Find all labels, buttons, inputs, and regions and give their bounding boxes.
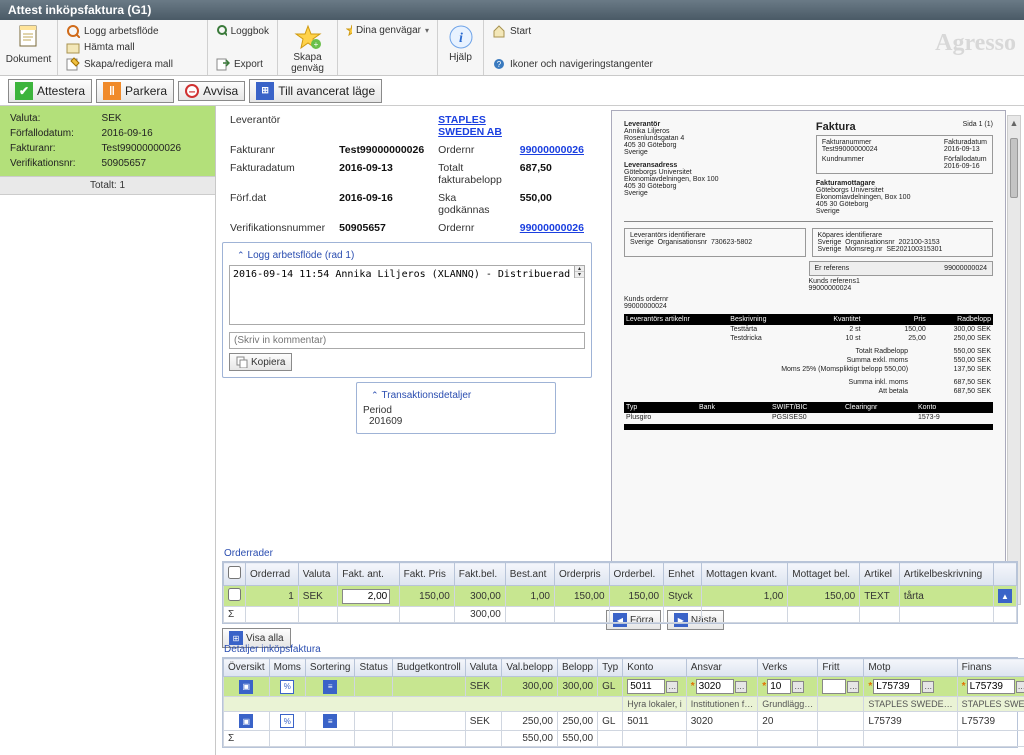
workflow-log: 2016-09-14 11:54 Annika Liljeros (XLANNQ… [229,265,585,325]
avancerat-button[interactable]: ⊞Till avancerat läge [249,79,382,103]
skapa-genvag-label: Skapa genväg [291,52,324,74]
export-button[interactable]: Export [216,57,269,71]
overview-icon[interactable]: ▣ [239,714,253,728]
detail-row-1-hints: Hyra lokaler, i Institutionen f… Grundlä… [224,697,1024,712]
export-icon [216,57,230,71]
kopiera-button[interactable]: Kopiera [229,353,292,371]
logg-arbetsflode-button[interactable]: Logg arbetsflöde [66,24,199,38]
svg-text:i: i [459,31,463,46]
motp-lookup[interactable]: … [922,681,934,693]
hjalp-label: Hjälp [449,52,472,63]
nav-icon: ? [492,57,506,71]
orderrader-title: Orderrader [224,548,1024,559]
collapse-icon[interactable]: ⌃ [237,250,245,260]
template-edit-icon [66,57,80,71]
moms-icon[interactable]: % [280,714,294,728]
konto-lookup[interactable]: … [666,681,678,693]
action-bar: ✔Attestera ‖Parkera –Avvisa ⊞Till avance… [0,76,1024,106]
row-action-icon[interactable]: ▲ [998,589,1012,603]
period-value: 201609 [363,416,549,427]
log-spinner[interactable]: ▴▾ [574,266,584,278]
verks-input[interactable] [767,679,791,694]
star-icon: + [294,24,322,50]
period-label: Period [363,405,549,416]
svg-text:+: + [313,40,318,49]
ansvar-input[interactable] [696,679,734,694]
document-icon [16,24,42,52]
avvisa-button[interactable]: –Avvisa [178,81,245,101]
dina-genvagar-button[interactable]: Dina genvägar▾ [346,24,429,36]
skapa-mall-button[interactable]: Skapa/redigera mall [66,57,199,71]
svg-text:?: ? [497,60,502,69]
dokument-label: Dokument [6,54,52,65]
verks-lookup[interactable]: … [792,681,804,693]
ordernr2-link[interactable]: 99000000026 [514,220,590,236]
motp-input[interactable] [873,679,921,694]
star-small-icon [346,24,352,36]
start-button[interactable]: Start [492,24,676,38]
ribbon: Dokument Logg arbetsflöde Hämta mall Ska… [0,20,1024,76]
left-summary-panel: Valuta:SEK Förfallodatum:2016-09-16 Fakt… [0,106,215,755]
attestera-button[interactable]: ✔Attestera [8,79,92,103]
ordernr-link[interactable]: 99000000026 [514,142,590,158]
scroll-thumb[interactable] [1010,138,1018,198]
detaljer-title: Detaljer inköpsfaktura [224,644,1024,655]
comment-input[interactable] [229,332,585,349]
sum-row: Σ300,00 [224,607,1017,623]
order-row[interactable]: 1 SEK 150,00 300,00 1,00 150,00 150,00 S… [224,586,1017,607]
sort-icon[interactable]: ≡ [323,714,337,728]
home-icon [492,24,506,38]
hamta-mall-button[interactable]: Hämta mall [66,41,199,55]
fritt-input[interactable] [822,679,846,694]
total-row: Totalt: 1 [0,176,215,195]
logbook-icon [216,24,227,38]
sort-icon[interactable]: ≡ [323,680,337,694]
detail-row-1[interactable]: ▣ % ≡ SEK 300,00 300,00 GL … *… *… … *… … [224,677,1024,697]
orderrader-grid: OrderradValutaFakt. ant.Fakt. PrisFakt.b… [222,561,1018,624]
copy-icon [236,356,248,368]
brand-logo: Agresso [935,30,1016,57]
collapse-icon[interactable]: ⌃ [371,390,379,400]
ikoner-nav-button[interactable]: ?Ikoner och navigeringstangenter [492,57,676,71]
detail-row-2[interactable]: ▣ % ≡ SEK 250,00 250,00 GL 5011 3020 20 … [224,712,1024,731]
detaljer-grid: ÖversiktMomsSorteringStatusBudgetkontrol… [222,657,1018,748]
ansvar-lookup[interactable]: … [735,681,747,693]
fritt-lookup[interactable]: … [847,681,859,693]
skapa-genvag-button[interactable]: + Skapa genväg [291,24,324,74]
parkera-button[interactable]: ‖Parkera [96,79,174,103]
dropdown-icon: ▾ [425,26,429,35]
summary-table: Valuta:SEK Förfallodatum:2016-09-16 Fakt… [6,110,209,172]
detail-sum-row: Σ 550,00 550,00 [224,731,1024,747]
konto-input[interactable] [627,679,665,694]
dokument-button[interactable]: Dokument [6,24,52,65]
invoice-info-table: LeverantörSTAPLES SWEDEN AB FakturanrTes… [222,110,592,238]
log-icon [66,24,80,38]
hjalp-button[interactable]: i Hjälp [448,24,474,63]
fakt-ant-input[interactable] [342,589,390,604]
finans-lookup[interactable]: … [1016,681,1024,693]
select-all-checkbox[interactable] [228,566,241,579]
loggbok-button[interactable]: Loggbok [216,24,269,38]
invoice-preview: Leverantör Annika LiljerosRosenlundsgata… [611,110,1006,600]
preview-scrollbar[interactable]: ▲ ▼ [1007,115,1021,605]
scroll-up-icon[interactable]: ▲ [1008,116,1020,130]
moms-icon[interactable]: % [280,680,294,694]
overview-icon[interactable]: ▣ [239,680,253,694]
template-open-icon [66,41,80,55]
help-icon: i [448,24,474,50]
row-checkbox[interactable] [228,588,241,601]
finans-input[interactable] [967,679,1015,694]
window-titlebar: Attest inköpsfaktura (G1) [0,0,1024,20]
leverantor-link[interactable]: STAPLES SWEDEN AB [432,112,512,140]
